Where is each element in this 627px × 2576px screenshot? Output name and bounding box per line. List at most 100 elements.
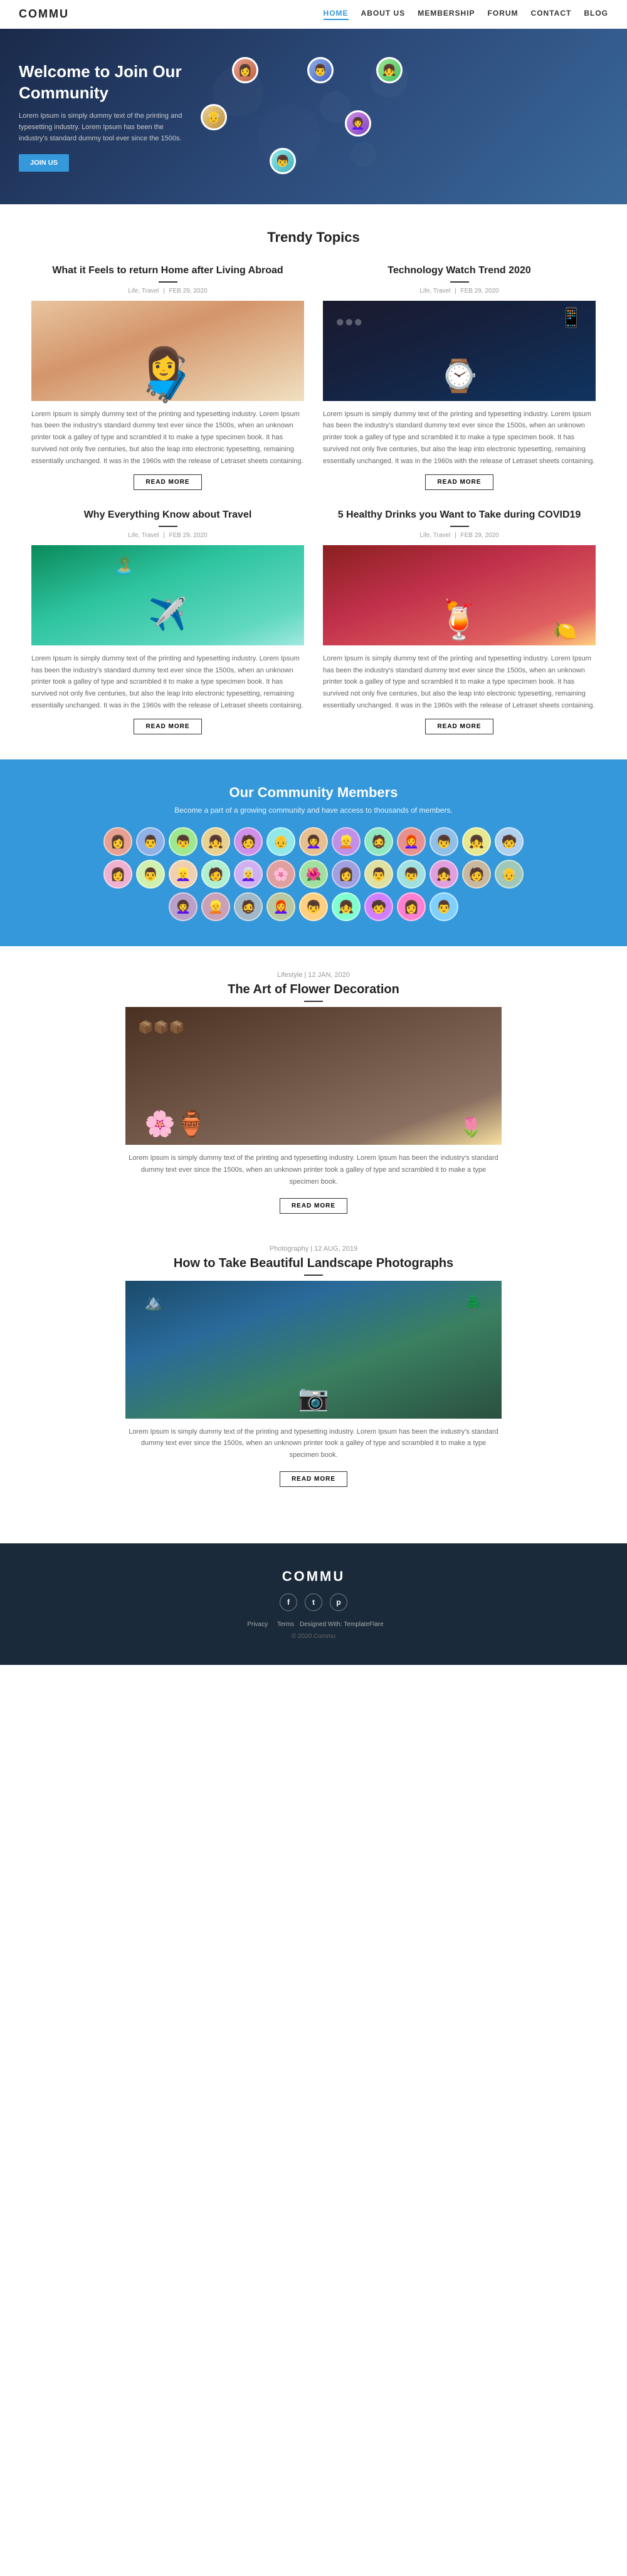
topic-image-1: 🧳 👩 [31,301,304,401]
nav-contact[interactable]: CONTACT [531,9,572,20]
topic-text-3: Lorem Ipsum is simply dummy text of the … [31,653,304,711]
footer-credit: Designed With: TemplateFlare [300,1621,384,1628]
read-more-button-1[interactable]: READ MORE [134,474,201,490]
member-avatar: 👩‍🦳 [234,860,263,889]
members-grid: 👩👨👦👧🧑👴👩‍🦱👱🧔👩‍🦰👦👧🧒👩👨👱‍♀️🧑👩‍🦳🌸🌺👩👨👦👧🧑👴👩‍🦱👱🧔… [94,827,533,921]
join-us-button[interactable]: JOIN US [19,154,69,172]
hero-description: Lorem Ipsum is simply dummy text of the … [19,111,194,144]
topic-text-4: Lorem Ipsum is simply dummy text of the … [323,653,596,711]
hero-section: Welcome to Join Our Community Lorem Ipsu… [0,29,627,204]
member-avatar: 👩 [103,827,132,856]
title-underline [159,281,177,283]
footer-privacy-link[interactable]: Privacy [247,1621,268,1628]
topic-card-1: What it Feels to return Home after Livin… [31,264,304,490]
member-avatar: 👩‍🦰 [266,892,295,921]
topic-title-2: Technology Watch Trend 2020 [323,264,596,278]
avatar: 👴 [201,104,227,130]
community-section: Our Community Members Become a part of a… [0,759,627,946]
nav-links: HOME ABOUT US MEMBERSHIP FORUM CONTACT B… [324,9,608,20]
member-avatar: 👩 [397,892,426,921]
footer: COMMU Privacy Terms Designed With: Templ… [0,1543,627,1665]
read-more-button-4[interactable]: READ MORE [425,719,493,734]
member-avatar: 👧 [332,892,361,921]
topic-text-1: Lorem Ipsum is simply dummy text of the … [31,409,304,467]
trendy-topics-title: Trendy Topics [19,229,608,246]
community-subtitle: Become a part of a growing community and… [19,806,608,815]
title-underline [159,526,177,527]
member-avatar: 👱 [201,892,230,921]
member-avatar: 👩 [332,860,361,889]
member-avatar: 👧 [462,827,491,856]
post-read-more-1[interactable]: READ MORE [280,1198,347,1214]
topics-grid: What it Feels to return Home after Livin… [31,264,596,734]
topic-image-4: 🍹 🍋 [323,545,596,645]
topic-meta-3: Life, Travel | FEB 29, 2020 [31,532,304,539]
member-avatar: 👩‍🦰 [397,827,426,856]
footer-social [19,1593,608,1611]
read-more-button-2[interactable]: READ MORE [425,474,493,490]
member-avatar: 👴 [495,860,524,889]
title-underline [450,281,469,283]
member-avatar: 🧑 [462,860,491,889]
navbar: COMMU HOME ABOUT US MEMBERSHIP FORUM CON… [0,0,627,29]
title-underline [304,1275,323,1276]
title-underline [450,526,469,527]
member-avatar: 👨 [429,892,458,921]
avatar: 👧 [376,57,403,83]
post-image-2: 📷 🏔️ 🌲 [125,1281,502,1419]
topic-title-4: 5 Healthy Drinks you Want to Take during… [323,509,596,522]
footer-links: Privacy Terms Designed With: TemplateFla… [19,1621,608,1628]
member-avatar: 🧔 [234,892,263,921]
avatar: 👩 [232,57,258,83]
community-title: Our Community Members [19,785,608,801]
post-title-1: The Art of Flower Decoration [125,983,502,997]
facebook-link[interactable] [280,1593,297,1611]
twitter-link[interactable] [305,1593,322,1611]
pinterest-link[interactable] [330,1593,347,1611]
avatar: 👨 [307,57,334,83]
topic-title-1: What it Feels to return Home after Livin… [31,264,304,278]
nav-blog[interactable]: BLOG [584,9,608,20]
trendy-topics-section: Trendy Topics What it Feels to return Ho… [0,204,627,759]
title-underline [304,1001,323,1002]
member-avatar: 🧑 [201,860,230,889]
member-avatar: 👩‍🦱 [299,827,328,856]
read-more-button-3[interactable]: READ MORE [134,719,201,734]
nav-membership[interactable]: MEMBERSHIP [418,9,475,20]
post-text-2: Lorem Ipsum is simply dummy text of the … [125,1426,502,1461]
member-avatar: 👦 [429,827,458,856]
avatar: 👩‍🦱 [345,110,371,137]
member-avatar: 👱‍♀️ [169,860,198,889]
hero-title: Welcome to Join Our Community [19,61,194,104]
nav-home[interactable]: HOME [324,9,349,20]
member-avatar: 👦 [169,827,198,856]
topic-card-2: Technology Watch Trend 2020 Life, Travel… [323,264,596,490]
topic-text-2: Lorem Ipsum is simply dummy text of the … [323,409,596,467]
member-avatar: 🧔 [364,827,393,856]
nav-about[interactable]: ABOUT US [361,9,406,20]
member-avatar: 👦 [299,892,328,921]
topic-image-3: ✈️ 🏝️ [31,545,304,645]
member-avatar: 👧 [429,860,458,889]
member-avatar: 🧒 [495,827,524,856]
avatar: 👦 [270,148,296,174]
nav-forum[interactable]: FORUM [488,9,519,20]
footer-terms-link[interactable]: Terms [277,1621,294,1628]
member-avatar: 👨 [136,860,165,889]
topic-title-3: Why Everything Know about Travel [31,509,304,522]
post-image-1: 🌸 🏺 🌷 📦📦📦 [125,1007,502,1145]
post-title-2: How to Take Beautiful Landscape Photogra… [125,1256,502,1271]
member-avatar: 👨 [136,827,165,856]
member-avatar: 👩‍🦱 [169,892,198,921]
member-avatar: 👨 [364,860,393,889]
member-avatar: 🌺 [299,860,328,889]
member-avatar: 👴 [266,827,295,856]
member-avatar: 👧 [201,827,230,856]
post-category-2: Photography | 12 AUG, 2019 [125,1245,502,1253]
member-avatar: 👱 [332,827,361,856]
post-read-more-2[interactable]: READ MORE [280,1471,347,1487]
member-avatar: 👦 [397,860,426,889]
post-text-1: Lorem Ipsum is simply dummy text of the … [125,1152,502,1187]
topic-card-4: 5 Healthy Drinks you Want to Take during… [323,509,596,734]
footer-logo: COMMU [19,1568,608,1585]
